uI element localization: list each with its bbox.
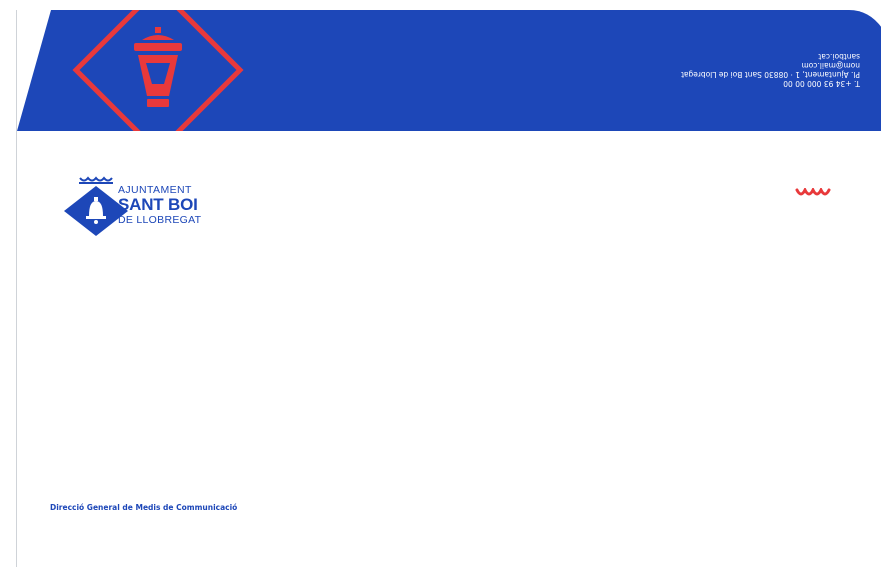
crown-waves-icon <box>79 176 113 184</box>
department-name: Direcció General de Medis de Communicaci… <box>50 503 238 512</box>
logo-wordmark: AJUNTAMENT SANT BOI DE LLOBREGAT <box>118 184 201 226</box>
flap-contact-text: T. +34 93 000 00 00 Pl. Ajuntament, 1 · … <box>681 52 860 88</box>
logo-line-llobregat: DE LLOBREGAT <box>118 214 202 226</box>
flap-phone: T. +34 93 000 00 00 <box>783 79 860 88</box>
flap-email: nom@mail.com <box>801 61 860 70</box>
flap-address: Pl. Ajuntament, 1 · 08830 Sant Boi de Ll… <box>680 70 860 79</box>
envelope-flap: T. +34 93 000 00 00 Pl. Ajuntament, 1 · … <box>17 10 881 131</box>
red-waves-icon <box>795 188 831 196</box>
envelope: T. +34 93 000 00 00 Pl. Ajuntament, 1 · … <box>16 10 881 567</box>
flap-website: santboi.cat <box>818 52 860 61</box>
logo-line-sant-boi: SANT BOI <box>118 195 198 214</box>
